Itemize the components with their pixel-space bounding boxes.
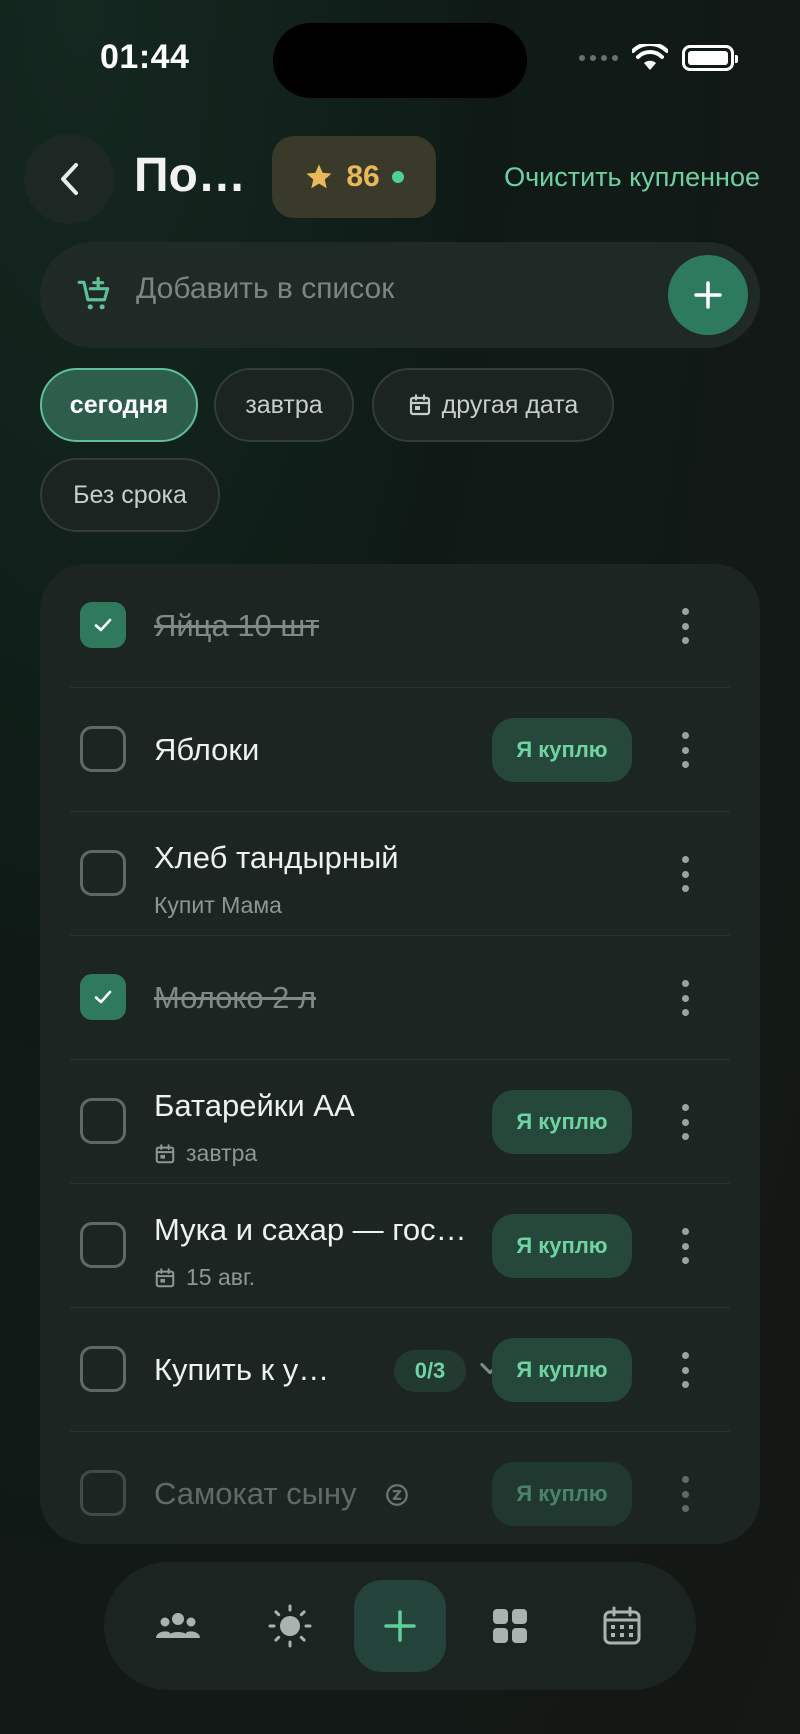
item-title: Молоко 2 л — [154, 980, 317, 1015]
item-checkbox[interactable] — [80, 1346, 126, 1392]
header: По… 86 Очистить купленное — [0, 130, 800, 230]
assignee-label: Купит Мама — [154, 892, 282, 918]
item-title: Хлеб тандырный — [154, 840, 399, 875]
chip-label: завтра — [245, 390, 323, 419]
chip-label: другая дата — [441, 390, 579, 419]
list-item[interactable]: Батарейки АА завтра Я куплю — [70, 1060, 730, 1184]
list-item[interactable]: Яблоки Я куплю — [70, 688, 730, 812]
chip-label: Без срока — [73, 480, 187, 509]
more-icon[interactable] — [680, 856, 690, 892]
grid-icon — [493, 1609, 527, 1643]
item-title: Купить к у… — [154, 1352, 330, 1387]
item-title: Батарейки АА — [154, 1088, 355, 1123]
more-icon[interactable] — [680, 1104, 690, 1140]
score-value: 86 — [346, 160, 380, 193]
due-date-label: завтра — [186, 1140, 258, 1166]
sun-icon — [268, 1604, 312, 1648]
item-assignee: Купит Мама — [154, 892, 282, 919]
people-icon — [156, 1613, 200, 1638]
list-item[interactable]: Молоко 2 л — [70, 936, 730, 1060]
page-title[interactable]: По… — [134, 148, 246, 203]
star-icon — [306, 164, 332, 189]
snooze-icon — [386, 1484, 408, 1506]
status-bar: 01:44 — [0, 0, 800, 120]
list-item[interactable]: Хлеб тандырный Купит Мама — [70, 812, 730, 936]
score-badge[interactable]: 86 — [272, 136, 436, 218]
more-icon[interactable] — [680, 980, 690, 1016]
tab-today[interactable] — [244, 1580, 336, 1672]
item-title: Мука и сахар — гос… — [154, 1212, 467, 1247]
item-checkbox[interactable] — [80, 1470, 126, 1516]
list-item[interactable]: Купить к у… 0/3 Я куплю — [70, 1308, 730, 1432]
check-icon — [94, 618, 112, 632]
chip-today[interactable]: сегодня — [40, 368, 198, 442]
tab-family[interactable] — [132, 1580, 224, 1672]
i-will-buy-button[interactable]: Я куплю — [492, 1090, 632, 1154]
item-title: Яблоки — [154, 732, 260, 767]
chip-no-deadline[interactable]: Без срока — [40, 458, 220, 532]
calendar-icon — [155, 1267, 175, 1287]
more-icon[interactable] — [680, 1228, 690, 1264]
back-button[interactable] — [24, 134, 114, 224]
status-icons — [579, 44, 738, 72]
item-due-date: завтра — [154, 1140, 257, 1167]
dynamic-island — [273, 23, 527, 98]
list-item[interactable]: Яйца 10 шт — [70, 564, 730, 688]
add-item-bar[interactable]: Добавить в список — [40, 242, 760, 348]
chip-label: сегодня — [69, 390, 169, 419]
tab-calendar[interactable] — [576, 1580, 668, 1672]
i-will-buy-button[interactable]: Я куплю — [492, 718, 632, 782]
item-title: Самокат сыну — [154, 1476, 357, 1511]
item-checkbox[interactable] — [80, 974, 126, 1020]
tab-bar — [104, 1562, 696, 1690]
signal-icon — [579, 55, 618, 61]
item-checkbox[interactable] — [80, 1098, 126, 1144]
add-item-input[interactable]: Добавить в список — [136, 272, 394, 306]
item-checkbox[interactable] — [80, 726, 126, 772]
more-icon[interactable] — [680, 1476, 690, 1512]
item-due-date: 15 авг. — [154, 1264, 255, 1291]
chip-tomorrow[interactable]: завтра — [214, 368, 354, 442]
more-icon[interactable] — [680, 732, 690, 768]
cart-add-icon — [77, 276, 110, 310]
more-icon[interactable] — [680, 608, 690, 644]
tab-add[interactable] — [354, 1580, 446, 1672]
item-checkbox[interactable] — [80, 602, 126, 648]
chip-other-date[interactable]: другая дата — [372, 368, 614, 442]
status-time: 01:44 — [100, 38, 190, 76]
i-will-buy-button[interactable]: Я куплю — [492, 1338, 632, 1402]
item-title: Яйца 10 шт — [154, 608, 320, 643]
item-checkbox[interactable] — [80, 850, 126, 896]
list-item[interactable]: Мука и сахар — гос… 15 авг. Я куплю — [70, 1184, 730, 1308]
chevron-left-icon — [61, 163, 78, 195]
tab-categories[interactable] — [464, 1580, 556, 1672]
list-item[interactable]: Самокат сыну Я куплю — [70, 1432, 730, 1544]
add-item-button[interactable] — [668, 255, 748, 335]
more-icon[interactable] — [680, 1352, 690, 1388]
battery-icon — [682, 45, 738, 71]
wifi-icon — [632, 44, 668, 70]
calendar-icon — [603, 1606, 641, 1645]
clear-purchased-button[interactable]: Очистить купленное — [504, 162, 760, 193]
check-icon — [94, 990, 112, 1004]
i-will-buy-button[interactable]: Я куплю — [492, 1214, 632, 1278]
due-date-label: 15 авг. — [186, 1264, 255, 1290]
subtask-progress-badge: 0/3 — [394, 1350, 466, 1392]
item-checkbox[interactable] — [80, 1222, 126, 1268]
online-dot — [391, 171, 404, 183]
plus-icon — [384, 1610, 416, 1642]
calendar-icon — [155, 1143, 175, 1163]
plus-icon — [694, 281, 722, 309]
shopping-list: Яйца 10 шт Яблоки Я куплю Хлеб тандырный… — [40, 564, 760, 1544]
i-will-buy-button[interactable]: Я куплю — [492, 1462, 632, 1526]
calendar-icon — [409, 394, 430, 416]
